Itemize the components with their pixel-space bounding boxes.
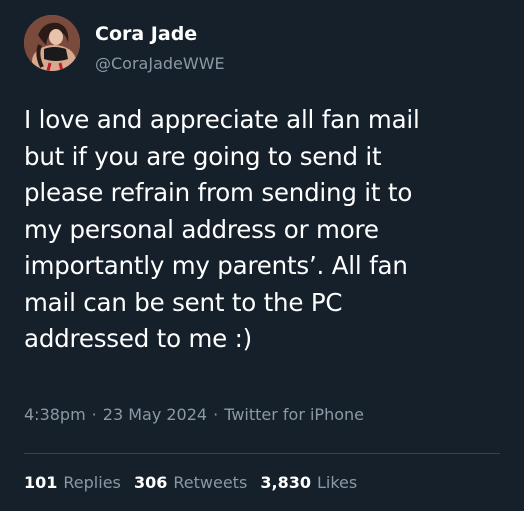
engagement-stats: 101 Replies 306 Retweets 3,830 Likes bbox=[24, 471, 365, 495]
tweet-text: I love and appreciate all fan mail but i… bbox=[24, 102, 504, 358]
display-name[interactable]: Cora Jade bbox=[95, 20, 197, 48]
tweet-text-line: please refrain from sending it to bbox=[24, 178, 413, 207]
tweet-text-line: my personal address or more bbox=[24, 214, 379, 244]
profile-photo-icon bbox=[24, 15, 80, 71]
replies-stat[interactable]: 101 Replies bbox=[24, 473, 121, 492]
likes-label: Likes bbox=[316, 473, 358, 492]
tweet-card: Cora Jade @CoraJadeWWE I love and apprec… bbox=[0, 0, 524, 511]
meta-separator: · bbox=[213, 405, 219, 424]
tweet-date[interactable]: 23 May 2024 bbox=[103, 405, 207, 424]
retweets-count: 306 bbox=[133, 473, 168, 492]
retweets-label: Retweets bbox=[173, 473, 248, 492]
tweet-text-line: addressed to me :) bbox=[24, 324, 252, 353]
replies-label: Replies bbox=[63, 473, 121, 492]
tweet-text-line: importantly my parents’. All fan bbox=[24, 251, 408, 280]
tweet-metadata: 4:38pm · 23 May 2024 · Twitter for iPhone bbox=[24, 403, 364, 427]
retweets-stat[interactable]: 306 Retweets bbox=[134, 473, 247, 492]
user-handle[interactable]: @CoraJadeWWE bbox=[95, 53, 225, 75]
replies-count: 101 bbox=[24, 473, 58, 492]
likes-count: 3,830 bbox=[260, 473, 311, 492]
meta-separator: · bbox=[91, 405, 97, 424]
likes-stat[interactable]: 3,830 Likes bbox=[260, 473, 357, 492]
tweet-text-line: mail can be sent to the PC bbox=[24, 287, 343, 317]
tweet-text-line: but if you are going to send it bbox=[24, 141, 382, 171]
tweet-source[interactable]: Twitter for iPhone bbox=[224, 405, 364, 424]
tweet-text-line: I love and appreciate all fan mail bbox=[24, 105, 420, 134]
avatar[interactable] bbox=[24, 15, 80, 71]
tweet-time[interactable]: 4:38pm bbox=[24, 405, 86, 424]
divider bbox=[24, 453, 500, 454]
